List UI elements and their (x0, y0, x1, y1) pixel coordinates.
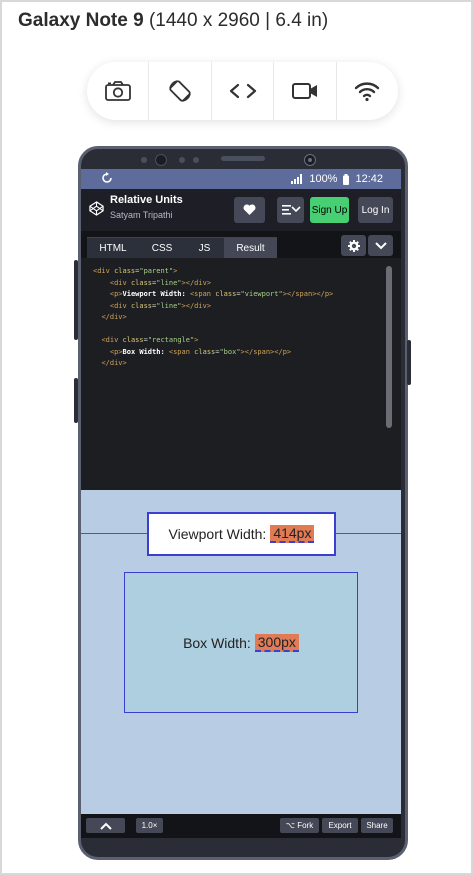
pen-title[interactable]: Relative Units (110, 194, 183, 206)
editor-tabs: HTML CSS JS Result (81, 231, 401, 259)
tab-html[interactable]: HTML (87, 237, 139, 259)
power-key (407, 340, 411, 385)
chevron-down-icon (374, 241, 387, 249)
gear-icon (347, 239, 360, 252)
zoom-button[interactable]: 1.0× (136, 818, 163, 833)
tab-css[interactable]: CSS (139, 237, 185, 259)
editor-scrollbar[interactable] (386, 266, 392, 428)
code-line: <div class="parent"> (93, 267, 178, 275)
rectangle-box: Box Width: 300px (124, 572, 358, 713)
device-title: Galaxy Note 9 (1440 x 2960 | 6.4 in) (18, 10, 328, 32)
code-icon (229, 83, 256, 99)
code-line: <div class="line"></div> (109, 301, 212, 310)
result-panel: Viewport Width: 414px Box Width: 300px (81, 490, 401, 814)
log-in-button[interactable]: Log In (358, 197, 393, 223)
codepen-logo-icon[interactable] (89, 201, 104, 216)
export-button[interactable]: Export (322, 818, 358, 833)
battery-percent: 100% (309, 173, 338, 185)
screenshot-button[interactable] (87, 62, 150, 120)
viewport-width-label: Viewport Width: (168, 526, 267, 542)
device-toolbar (87, 62, 398, 120)
code-block: <div class="parent"> <div class="line"><… (93, 266, 333, 370)
tab-js[interactable]: JS (185, 237, 224, 259)
code-line: </div> (101, 359, 127, 367)
toggle-console-button[interactable] (86, 818, 125, 833)
camera-icon (104, 81, 131, 101)
love-button[interactable] (234, 197, 265, 223)
rotate-button[interactable] (149, 62, 212, 120)
bixby-key (74, 378, 78, 423)
status-bar: 100% 12:42 (81, 169, 401, 189)
device-name: Galaxy Note 9 (18, 10, 144, 31)
list-chevron-icon (281, 205, 301, 215)
code-editor[interactable]: <div class="parent"> <div class="line"><… (81, 258, 401, 490)
chevron-up-icon (99, 822, 112, 830)
viewport-width-box: Viewport Width: 414px (147, 512, 336, 556)
volume-key (74, 260, 78, 340)
tab-result[interactable]: Result (224, 237, 277, 259)
box-width-value: 300px (254, 633, 299, 652)
collections-button[interactable] (277, 197, 304, 223)
network-button[interactable] (337, 62, 398, 120)
refresh-icon[interactable] (101, 172, 113, 184)
fork-button[interactable]: ⌥ Fork (280, 818, 319, 833)
code-line: <p>Box Width: <span class="box"></span><… (109, 347, 292, 356)
record-button[interactable] (274, 62, 337, 120)
code-line: </div> (101, 313, 127, 321)
settings-button[interactable] (341, 235, 366, 256)
editor-footer: 1.0× ⌥ Fork Export Share (81, 814, 401, 838)
phone-screen: 100% 12:42 Relative Units Satyam Tripath… (81, 169, 401, 838)
share-button[interactable]: Share (361, 818, 393, 833)
phone-top-bezel (141, 154, 316, 166)
code-line: <div class="rectangle"> (101, 336, 199, 344)
pen-author[interactable]: Satyam Tripathi (110, 210, 173, 220)
more-button[interactable] (368, 235, 393, 256)
device-specs: (1440 x 2960 | 6.4 in) (148, 10, 329, 31)
code-line: <div class="line"></div> (109, 278, 212, 287)
box-width-label: Box Width: (183, 634, 251, 651)
codepen-header: Relative Units Satyam Tripathi Sign Up L… (81, 189, 401, 231)
rotate-icon (169, 80, 191, 102)
code-line: <p>Viewport Width: <span class="viewport… (109, 290, 334, 298)
heart-icon (243, 204, 256, 215)
clock: 12:42 (355, 173, 383, 185)
battery-icon (343, 173, 350, 185)
signal-icon (291, 174, 303, 184)
sign-up-button[interactable]: Sign Up (310, 197, 349, 223)
viewport-width-value: 414px (270, 525, 315, 543)
wifi-icon (355, 82, 380, 102)
video-icon (291, 83, 317, 99)
code-button[interactable] (212, 62, 275, 120)
